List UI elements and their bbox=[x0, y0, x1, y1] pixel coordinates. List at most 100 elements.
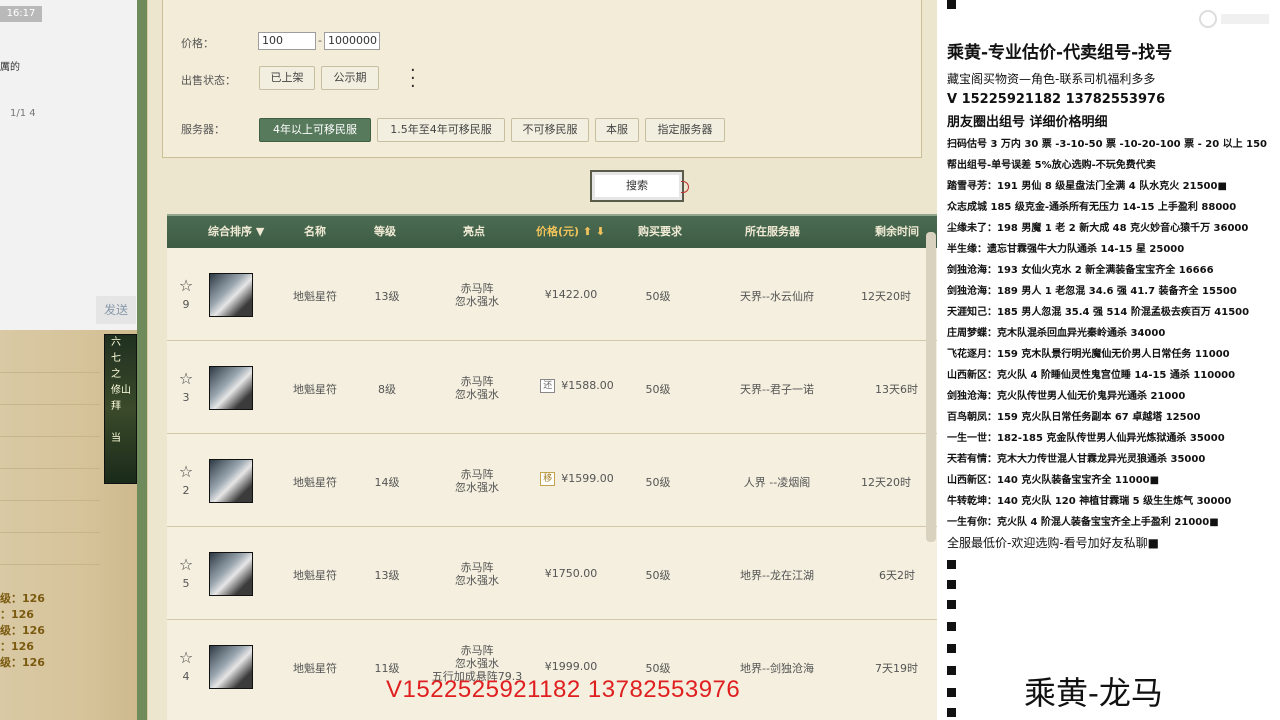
info-line: 天涯知己：185 男人忽混 35.4 强 514 阶混孟极去疾百万 41500 bbox=[947, 307, 1250, 318]
server-label: 服务器： bbox=[181, 123, 225, 136]
game-thumbnail: 六 七 之 修山 拜 当 bbox=[104, 334, 137, 484]
streamer-name: 乘黄-龙马 bbox=[1024, 674, 1163, 712]
star-icon[interactable]: ☆ bbox=[178, 650, 194, 666]
item-server: 地界--剑独沧海 bbox=[740, 662, 814, 675]
bullet-icon bbox=[947, 600, 956, 609]
level-text: ：126 bbox=[0, 608, 34, 621]
item-price: 移 ¥1599.00 bbox=[527, 472, 627, 486]
item-avatar[interactable] bbox=[209, 273, 253, 317]
table-row[interactable]: ☆ 9 地魁星符 13级 赤马阵 忽水强水 ¥1422.00 50级 天界--水云… bbox=[167, 248, 938, 341]
price-min-input[interactable]: 100 bbox=[258, 32, 316, 50]
info-line: 剑独沧海：克火队传世男人仙无价鬼异光通杀 21000 bbox=[947, 391, 1186, 402]
item-name[interactable]: 地魁星符 bbox=[277, 288, 353, 304]
chat-snippet: 厲的 bbox=[0, 62, 20, 73]
item-requirement: 50级 bbox=[645, 476, 671, 489]
table-row[interactable]: ☆ 3 地魁星符 8级 赤马阵 忽水强水 还 ¥1588.00 50级 天界--君子… bbox=[167, 341, 938, 434]
item-level: 11级 bbox=[374, 662, 400, 675]
item-highlight: 赤马阵 忽水强水 bbox=[455, 375, 499, 401]
more-icon[interactable]: · · · bbox=[410, 62, 416, 96]
column-time: 剩余时间 bbox=[875, 225, 919, 238]
info-line: 扫码估号 3 万内 30 票 -3-10-50 票 -10-20-100 票 -… bbox=[947, 139, 1267, 150]
column-requirement: 购买要求 bbox=[638, 225, 682, 238]
item-name[interactable]: 地魁星符 bbox=[277, 381, 353, 397]
left-overlay: 16:17 厲的 1/1 4 发送 级：126 ：126 级：126 ：126 … bbox=[0, 0, 145, 720]
item-price: ¥1999.00 bbox=[544, 660, 598, 673]
server-option-no-migrate[interactable]: 不可移民服 bbox=[511, 118, 589, 142]
level-text: 级：126 bbox=[0, 592, 45, 605]
return-tag-icon: 还 bbox=[540, 379, 556, 393]
bullet-icon bbox=[947, 644, 956, 653]
rank-number: 3 bbox=[182, 391, 190, 404]
server-option-1-5yr[interactable]: 1.5年至4年可移民服 bbox=[377, 118, 505, 142]
item-highlight: 赤马阵 忽水强水 bbox=[455, 282, 499, 308]
top-label-bar bbox=[1221, 14, 1269, 24]
bullet-icon bbox=[947, 666, 956, 675]
item-avatar[interactable] bbox=[209, 366, 253, 410]
star-icon[interactable]: ☆ bbox=[178, 557, 194, 573]
item-name[interactable]: 地魁星符 bbox=[277, 660, 353, 676]
item-avatar[interactable] bbox=[209, 459, 253, 503]
info-line: 踏雪寻芳：191 男仙 8 级星盘法门全满 4 队水克火 21500■ bbox=[947, 181, 1227, 192]
server-option-specific[interactable]: 指定服务器 bbox=[645, 118, 725, 142]
chat-time: 16:17 bbox=[0, 6, 42, 22]
item-requirement: 50级 bbox=[645, 662, 671, 675]
info-line: 朋友圈出组号 详细价格明细 bbox=[947, 115, 1108, 130]
info-line: 天若有情：克木大力传世混人甘霖龙异光灵狼通杀 35000 bbox=[947, 454, 1206, 465]
chat-snippet: 1/1 4 bbox=[10, 108, 36, 119]
info-line: 全服最低价-欢迎选购-看号加好友私聊■ bbox=[947, 536, 1159, 550]
window-border bbox=[137, 0, 147, 720]
info-line: 庄周梦蝶：克木队混杀回血异光秦岭通杀 34000 bbox=[947, 328, 1166, 339]
table-row[interactable]: ☆ 2 地魁星符 14级 赤马阵 忽水强水 移 ¥1599.00 50级 人界 --… bbox=[167, 434, 938, 527]
info-line: 一生一世：182-185 克金队传世男人仙异光炼狱通杀 35000 bbox=[947, 433, 1225, 444]
table-row[interactable]: ☆ 5 地魁星符 13级 赤马阵 忽水强水 ¥1750.00 50级 地界--龙在… bbox=[167, 527, 938, 620]
table-header: 综合排序 ▼ 名称 等级 亮点 价格(元) ⬆ ⬇ 购买要求 所在服务器 剩余时… bbox=[167, 214, 938, 248]
server-option-this[interactable]: 本服 bbox=[595, 118, 639, 142]
item-server: 人界 --凌烟阁 bbox=[743, 476, 811, 489]
rank-number: 4 bbox=[182, 670, 190, 683]
info-line: 剑独沧海：193 女仙火克水 2 新全满装备宝宝齐全 16666 bbox=[947, 265, 1214, 276]
level-text: ：126 bbox=[0, 640, 34, 653]
item-server: 天界--君子一诺 bbox=[740, 383, 814, 396]
chat-window: 16:17 厲的 1/1 4 发送 bbox=[0, 0, 137, 330]
panel-title: 乘黄-专业估价-代卖组号-找号 bbox=[947, 43, 1173, 63]
info-line: 半生缘：遗忘甘霖强牛大力队通杀 14-15 星 25000 bbox=[947, 244, 1185, 255]
info-line: 山西新区：140 克火队装备宝宝齐全 11000■ bbox=[947, 475, 1160, 486]
status-listed-button[interactable]: 已上架 bbox=[259, 66, 315, 90]
info-line: 百鸟朝凤：159 克火队日常任务副本 67 卓越塔 12500 bbox=[947, 412, 1201, 423]
price-max-input[interactable]: 1000000 bbox=[324, 32, 380, 50]
scrollbar[interactable] bbox=[926, 232, 936, 542]
rank-number: 2 bbox=[182, 484, 190, 497]
item-requirement: 50级 bbox=[645, 383, 671, 396]
status-public-button[interactable]: 公示期 bbox=[321, 66, 379, 90]
contact-watermark: V1522525921182 13782553976 bbox=[386, 676, 741, 703]
info-line: 山西新区：克火队 4 阶睡仙灵性鬼宫位睡 14-15 通杀 110000 bbox=[947, 370, 1236, 381]
bullet-icon bbox=[947, 0, 956, 9]
item-time: 6天2时 bbox=[879, 569, 915, 582]
item-name[interactable]: 地魁星符 bbox=[277, 474, 353, 490]
column-highlight: 亮点 bbox=[463, 225, 485, 238]
info-line: 帮出组号-单号误差 5%放心选购-不玩免费代卖 bbox=[947, 160, 1156, 171]
item-server: 地界--龙在江湖 bbox=[740, 569, 814, 582]
info-panel: 乘黄-专业估价-代卖组号-找号 藏宝阁买物资—角色-联系司机福利多多 V 152… bbox=[937, 0, 1280, 720]
sort-dropdown[interactable]: 综合排序 ▼ bbox=[208, 216, 264, 248]
item-avatar[interactable] bbox=[209, 645, 253, 689]
server-option-4yr[interactable]: 4年以上可移民服 bbox=[259, 118, 371, 142]
info-line: 众志成城 185 级克金-通杀所有无压力 14-15 上手盈利 88000 bbox=[947, 202, 1237, 213]
filter-panel: 价格： 100 - 1000000 出售状态： 已上架 公示期 · · · 服务器：… bbox=[162, 0, 922, 158]
column-price-sort[interactable]: 价格(元) ⬆ ⬇ bbox=[536, 216, 605, 248]
send-button[interactable]: 发送 bbox=[96, 296, 136, 324]
star-icon[interactable]: ☆ bbox=[178, 278, 194, 294]
bullet-icon bbox=[947, 560, 956, 569]
column-server: 所在服务器 bbox=[745, 225, 800, 238]
search-button[interactable]: 搜索 bbox=[590, 170, 689, 202]
bullet-icon bbox=[947, 622, 956, 631]
item-name[interactable]: 地魁星符 bbox=[277, 567, 353, 583]
star-icon[interactable]: ☆ bbox=[178, 464, 194, 480]
rank-number: 5 bbox=[182, 577, 190, 590]
item-price: 还 ¥1588.00 bbox=[527, 379, 627, 393]
item-server: 天界--水云仙府 bbox=[740, 290, 814, 303]
star-icon[interactable]: ☆ bbox=[178, 371, 194, 387]
info-line: 尘缘未了：198 男魔 1 老 2 新大成 48 克火妙音心猿千万 36000 bbox=[947, 223, 1249, 234]
item-avatar[interactable] bbox=[209, 552, 253, 596]
item-level: 13级 bbox=[374, 569, 400, 582]
